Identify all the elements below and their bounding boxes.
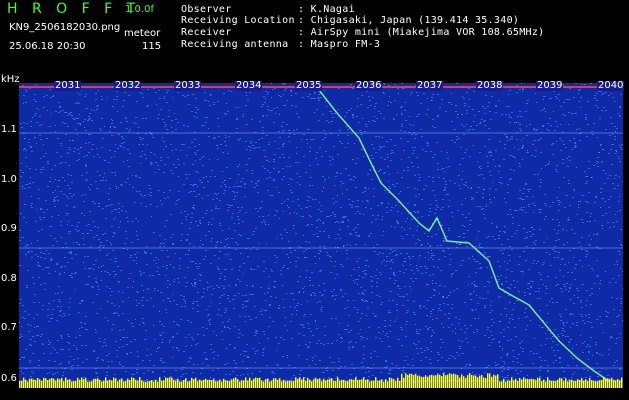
info-label-receiver: Receiver	[181, 27, 232, 38]
x-tick-label: 2039	[536, 80, 564, 91]
x-tick-label: 2035	[295, 80, 323, 91]
noise-highlights	[19, 83, 623, 384]
noise-layer	[19, 83, 623, 384]
y-axis-unit: kHz	[1, 74, 20, 85]
file-name: KN9_2506182030.png	[9, 22, 121, 33]
event-count: 115	[142, 41, 162, 52]
x-tick-label: 2034	[235, 80, 263, 91]
x-tick-label: 2037	[416, 80, 444, 91]
info-value-receiver: : AirSpy mini (Miakejima VOR 108.65MHz)	[298, 27, 545, 38]
y-tick-label: 1.0	[1, 174, 17, 185]
y-tick-label: 0.8	[1, 273, 17, 284]
info-label-location: Receiving Location	[181, 15, 295, 26]
app-brand: H R O F F T	[7, 1, 141, 17]
spectrogram-plot[interactable]	[19, 83, 623, 388]
y-tick-label: 0.9	[1, 223, 17, 234]
x-tick-label: 2038	[476, 80, 504, 91]
x-tick-label: 2031	[54, 80, 82, 91]
x-tick-label: 2032	[114, 80, 142, 91]
y-tick-label: 0.7	[1, 322, 17, 333]
y-tick-label: 1.1	[1, 124, 17, 135]
header-panel: H R O F F T 1.0.0f KN9_2506182030.png me…	[0, 0, 629, 76]
date-time: 25.06.18 20:30	[9, 41, 86, 52]
info-value-location: : Chigasaki, Japan (139.414 35.340)	[298, 15, 520, 26]
doppler-trace	[314, 84, 610, 382]
x-tick-label: 2040	[597, 80, 625, 91]
x-tick-label: 2036	[355, 80, 383, 91]
mode-label: meteor	[124, 28, 161, 39]
info-label-antenna: Receiving antenna	[181, 39, 289, 50]
info-value-antenna: : Maspro FM-3	[298, 39, 381, 50]
x-tick-label: 2033	[174, 80, 202, 91]
spectrogram-canvas	[19, 83, 623, 388]
app-version: 1.0.0f	[125, 4, 154, 15]
y-tick-label: 0.6	[1, 373, 17, 384]
